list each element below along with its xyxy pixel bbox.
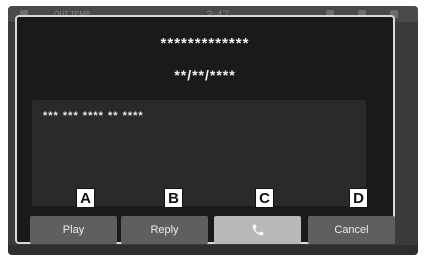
- cancel-button-label: Cancel: [334, 224, 369, 236]
- callout-d: D: [349, 188, 368, 208]
- callout-a: A: [76, 188, 95, 208]
- call-button[interactable]: [214, 216, 301, 244]
- message-dialog: ************* **/**/**** *** *** **** **…: [15, 15, 395, 244]
- play-button[interactable]: Play: [30, 216, 117, 244]
- reply-button-label: Reply: [150, 224, 179, 236]
- message-text: *** *** **** ** ****: [43, 110, 144, 122]
- callout-c: C: [255, 188, 274, 208]
- callout-b: B: [164, 188, 183, 208]
- cancel-button[interactable]: Cancel: [308, 216, 395, 244]
- caller-name: *************: [160, 35, 250, 52]
- phone-icon: [251, 223, 265, 237]
- bottom-strip: [8, 245, 418, 255]
- message-date: **/**/****: [174, 67, 236, 83]
- play-button-label: Play: [62, 224, 85, 236]
- reply-button[interactable]: Reply: [121, 216, 208, 244]
